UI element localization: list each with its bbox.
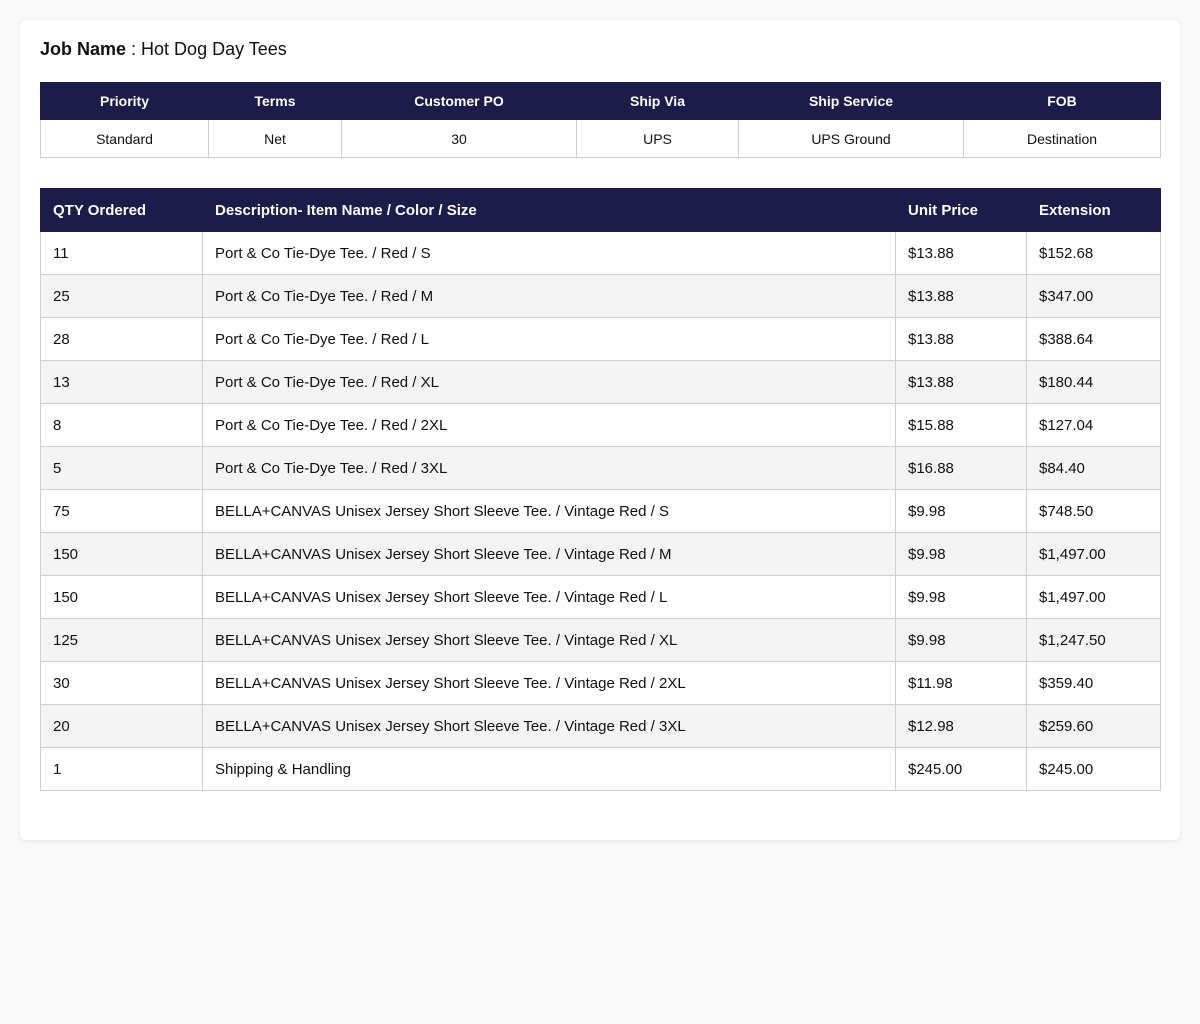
- info-value-terms: Net: [208, 119, 342, 158]
- item-unit-price: $16.88: [895, 446, 1027, 490]
- item-extension: $388.64: [1026, 317, 1161, 361]
- item-description: Port & Co Tie-Dye Tee. / Red / M: [202, 274, 896, 318]
- items-header-extension: Extension: [1026, 188, 1161, 232]
- item-extension: $1,247.50: [1026, 618, 1161, 662]
- item-description: Port & Co Tie-Dye Tee. / Red / XL: [202, 360, 896, 404]
- item-description: Port & Co Tie-Dye Tee. / Red / S: [202, 231, 896, 275]
- items-header-row: QTY Ordered Description- Item Name / Col…: [40, 188, 1161, 232]
- item-qty: 1: [40, 747, 203, 791]
- items-header-qty: QTY Ordered: [40, 188, 203, 232]
- table-row: 28 Port & Co Tie-Dye Tee. / Red / L $13.…: [40, 317, 1161, 361]
- item-extension: $180.44: [1026, 360, 1161, 404]
- info-value-ship-via: UPS: [576, 119, 739, 158]
- items-header-description: Description- Item Name / Color / Size: [202, 188, 896, 232]
- info-header-fob: FOB: [963, 82, 1161, 120]
- item-unit-price: $9.98: [895, 575, 1027, 619]
- table-row: 30 BELLA+CANVAS Unisex Jersey Short Slee…: [40, 661, 1161, 705]
- item-extension: $84.40: [1026, 446, 1161, 490]
- table-row: 1 Shipping & Handling $245.00 $245.00: [40, 747, 1161, 791]
- item-qty: 150: [40, 575, 203, 619]
- table-row: 150 BELLA+CANVAS Unisex Jersey Short Sle…: [40, 532, 1161, 576]
- item-unit-price: $245.00: [895, 747, 1027, 791]
- item-qty: 30: [40, 661, 203, 705]
- item-qty: 25: [40, 274, 203, 318]
- item-extension: $1,497.00: [1026, 532, 1161, 576]
- line-items-table: QTY Ordered Description- Item Name / Col…: [40, 188, 1161, 791]
- item-description: BELLA+CANVAS Unisex Jersey Short Sleeve …: [202, 661, 896, 705]
- item-description: Shipping & Handling: [202, 747, 896, 791]
- item-extension: $1,497.00: [1026, 575, 1161, 619]
- job-name-separator: :: [126, 39, 142, 59]
- table-row: 125 BELLA+CANVAS Unisex Jersey Short Sle…: [40, 618, 1161, 662]
- table-row: 20 BELLA+CANVAS Unisex Jersey Short Slee…: [40, 704, 1161, 748]
- item-extension: $359.40: [1026, 661, 1161, 705]
- item-extension: $347.00: [1026, 274, 1161, 318]
- table-row: 25 Port & Co Tie-Dye Tee. / Red / M $13.…: [40, 274, 1161, 318]
- item-qty: 125: [40, 618, 203, 662]
- info-value-row: Standard Net 30 UPS UPS Ground Destinati…: [40, 119, 1161, 158]
- item-qty: 150: [40, 532, 203, 576]
- job-name-line: Job Name : Hot Dog Day Tees: [40, 38, 1160, 60]
- item-unit-price: $9.98: [895, 489, 1027, 533]
- item-unit-price: $13.88: [895, 274, 1027, 318]
- item-extension: $127.04: [1026, 403, 1161, 447]
- job-name-label: Job Name: [40, 39, 127, 59]
- item-description: BELLA+CANVAS Unisex Jersey Short Sleeve …: [202, 489, 896, 533]
- info-header-terms: Terms: [208, 82, 342, 120]
- item-unit-price: $15.88: [895, 403, 1027, 447]
- table-row: 11 Port & Co Tie-Dye Tee. / Red / S $13.…: [40, 231, 1161, 275]
- item-qty: 13: [40, 360, 203, 404]
- item-extension: $748.50: [1026, 489, 1161, 533]
- item-qty: 20: [40, 704, 203, 748]
- info-value-ship-service: UPS Ground: [738, 119, 964, 158]
- info-header-customer-po: Customer PO: [341, 82, 577, 120]
- job-name-value: Hot Dog Day Tees: [141, 39, 287, 59]
- info-header-ship-service: Ship Service: [738, 82, 964, 120]
- info-value-customer-po: 30: [341, 119, 577, 158]
- item-description: Port & Co Tie-Dye Tee. / Red / L: [202, 317, 896, 361]
- order-info-table: Priority Terms Customer PO Ship Via Ship…: [40, 82, 1161, 158]
- item-qty: 11: [40, 231, 203, 275]
- table-row: 8 Port & Co Tie-Dye Tee. / Red / 2XL $15…: [40, 403, 1161, 447]
- table-row: 13 Port & Co Tie-Dye Tee. / Red / XL $13…: [40, 360, 1161, 404]
- item-unit-price: $13.88: [895, 317, 1027, 361]
- item-description: BELLA+CANVAS Unisex Jersey Short Sleeve …: [202, 575, 896, 619]
- item-description: BELLA+CANVAS Unisex Jersey Short Sleeve …: [202, 618, 896, 662]
- item-description: Port & Co Tie-Dye Tee. / Red / 3XL: [202, 446, 896, 490]
- info-header-row: Priority Terms Customer PO Ship Via Ship…: [40, 82, 1161, 120]
- info-value-fob: Destination: [963, 119, 1161, 158]
- item-unit-price: $9.98: [895, 618, 1027, 662]
- item-unit-price: $13.88: [895, 231, 1027, 275]
- table-row: 150 BELLA+CANVAS Unisex Jersey Short Sle…: [40, 575, 1161, 619]
- item-unit-price: $12.98: [895, 704, 1027, 748]
- table-row: 5 Port & Co Tie-Dye Tee. / Red / 3XL $16…: [40, 446, 1161, 490]
- item-extension: $152.68: [1026, 231, 1161, 275]
- item-unit-price: $9.98: [895, 532, 1027, 576]
- item-description: BELLA+CANVAS Unisex Jersey Short Sleeve …: [202, 704, 896, 748]
- item-qty: 28: [40, 317, 203, 361]
- order-card: Job Name : Hot Dog Day Tees Priority Ter…: [20, 20, 1180, 840]
- item-description: Port & Co Tie-Dye Tee. / Red / 2XL: [202, 403, 896, 447]
- table-row: 75 BELLA+CANVAS Unisex Jersey Short Slee…: [40, 489, 1161, 533]
- item-description: BELLA+CANVAS Unisex Jersey Short Sleeve …: [202, 532, 896, 576]
- item-qty: 8: [40, 403, 203, 447]
- info-value-priority: Standard: [40, 119, 209, 158]
- items-header-unit-price: Unit Price: [895, 188, 1027, 232]
- item-unit-price: $13.88: [895, 360, 1027, 404]
- info-header-priority: Priority: [40, 82, 209, 120]
- item-extension: $259.60: [1026, 704, 1161, 748]
- info-header-ship-via: Ship Via: [576, 82, 739, 120]
- item-extension: $245.00: [1026, 747, 1161, 791]
- item-unit-price: $11.98: [895, 661, 1027, 705]
- item-qty: 5: [40, 446, 203, 490]
- item-qty: 75: [40, 489, 203, 533]
